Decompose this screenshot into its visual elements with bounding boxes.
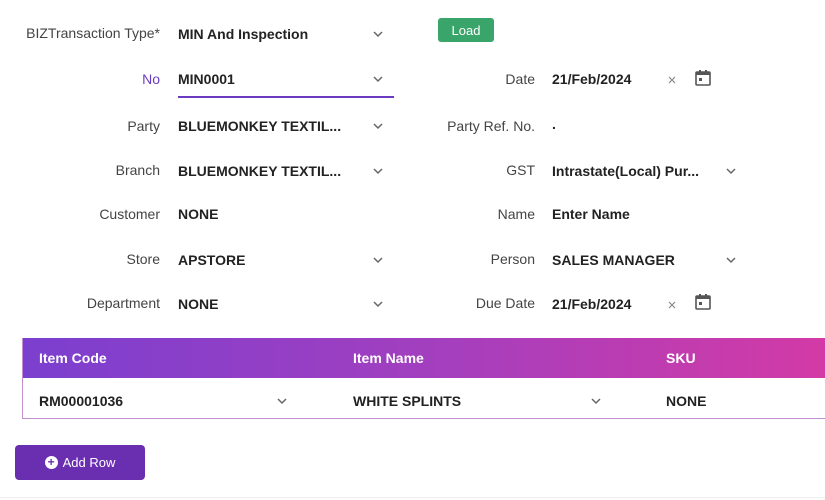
column-header-sku: SKU [666, 350, 696, 366]
party-label: Party [127, 118, 160, 134]
calendar-icon[interactable] [694, 293, 712, 311]
person-value[interactable]: SALES MANAGER [552, 252, 675, 268]
chevron-down-icon[interactable] [369, 162, 387, 180]
no-value[interactable]: MIN0001 [178, 71, 235, 87]
calendar-icon[interactable] [694, 69, 712, 87]
customer-value[interactable]: NONE [178, 206, 218, 222]
add-row-label: Add Row [62, 455, 116, 470]
person-label: Person [490, 251, 535, 267]
name-input[interactable]: Enter Name [552, 206, 630, 222]
items-grid: Item Code Item Name SKU RM00001036 WHITE… [22, 338, 825, 419]
chevron-down-icon[interactable] [369, 70, 387, 88]
sku-cell[interactable]: NONE [666, 393, 706, 409]
store-label: Store [126, 251, 160, 267]
add-row-button[interactable]: + Add Row [15, 445, 145, 480]
date-label: Date [505, 71, 535, 87]
chevron-down-icon[interactable] [369, 117, 387, 135]
branch-value[interactable]: BLUEMONKEY TEXTIL... [178, 163, 341, 179]
plus-circle-icon: + [44, 456, 58, 469]
chevron-down-icon[interactable] [369, 251, 387, 269]
close-icon[interactable] [666, 73, 680, 87]
item-name-cell[interactable]: WHITE SPLINTS [353, 393, 461, 409]
chevron-down-icon[interactable] [273, 392, 291, 410]
transaction-type-value[interactable]: MIN And Inspection [178, 26, 308, 42]
name-label: Name [497, 206, 535, 222]
column-header-item-name: Item Name [353, 350, 424, 366]
gst-label: GST [506, 162, 535, 178]
grid-header: Item Code Item Name SKU [23, 338, 825, 378]
party-ref-label: Party Ref. No. [447, 118, 535, 134]
transaction-type-label: BIZTransaction Type* [26, 25, 160, 41]
branch-label: Branch [115, 162, 160, 178]
due-date-value[interactable]: 21/Feb/2024 [552, 296, 631, 312]
store-value[interactable]: APSTORE [178, 252, 245, 268]
gst-value[interactable]: Intrastate(Local) Pur... [552, 163, 699, 179]
party-value[interactable]: BLUEMONKEY TEXTIL... [178, 118, 341, 134]
chevron-down-icon[interactable] [722, 251, 740, 269]
no-label: No [142, 71, 160, 87]
department-label: Department [86, 295, 160, 311]
chevron-down-icon[interactable] [369, 25, 387, 43]
item-code-cell[interactable]: RM00001036 [39, 393, 123, 409]
footer-divider [0, 497, 825, 498]
chevron-down-icon[interactable] [369, 295, 387, 313]
chevron-down-icon[interactable] [587, 392, 605, 410]
chevron-down-icon[interactable] [722, 162, 740, 180]
column-header-item-code: Item Code [39, 350, 107, 366]
no-field-underline [178, 96, 394, 98]
close-icon[interactable] [666, 298, 680, 312]
load-button[interactable]: Load [438, 18, 494, 42]
department-value[interactable]: NONE [178, 296, 218, 312]
date-value[interactable]: 21/Feb/2024 [552, 71, 631, 87]
customer-label: Customer [99, 206, 160, 222]
party-ref-value[interactable]: . [552, 116, 556, 132]
due-date-label: Due Date [475, 295, 535, 311]
